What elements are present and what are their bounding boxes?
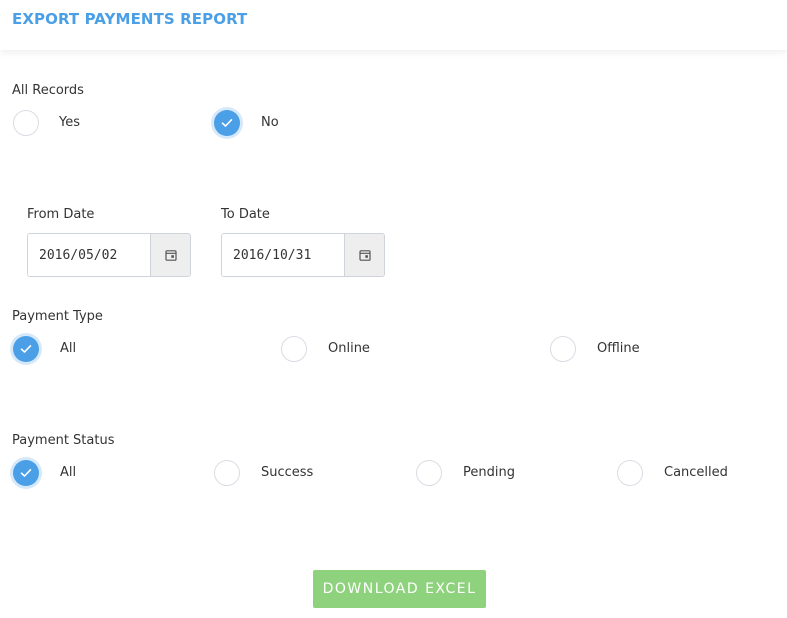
payment-type-online-label[interactable]: Online — [328, 341, 370, 356]
payment-status-pending-label[interactable]: Pending — [463, 465, 515, 480]
calendar-icon — [358, 246, 371, 265]
payment-type-all-radio[interactable] — [13, 336, 39, 362]
page-header: EXPORT PAYMENTS REPORT — [0, 0, 787, 50]
page-title: EXPORT PAYMENTS REPORT — [12, 10, 248, 28]
payment-status-pending-radio[interactable] — [416, 460, 442, 486]
payment-type-label: Payment Type — [12, 309, 103, 324]
all-records-yes-radio[interactable] — [13, 110, 39, 136]
from-date-picker-button[interactable] — [150, 234, 190, 276]
payment-status-cancelled-radio[interactable] — [617, 460, 643, 486]
all-records-label: All Records — [12, 83, 84, 98]
payment-type-offline-label[interactable]: Offline — [597, 341, 640, 356]
to-date-label: To Date — [221, 207, 270, 222]
checkmark-icon — [13, 336, 39, 362]
all-records-yes-label[interactable]: Yes — [59, 115, 80, 130]
payment-status-cancelled-label[interactable]: Cancelled — [664, 465, 728, 480]
from-date-group — [27, 233, 191, 277]
payment-status-all-radio[interactable] — [13, 460, 39, 486]
download-excel-button[interactable]: DOWNLOAD EXCEL — [313, 570, 486, 608]
payment-status-all-label[interactable]: All — [60, 465, 76, 480]
calendar-icon — [164, 246, 177, 265]
checkmark-icon — [214, 110, 240, 136]
from-date-label: From Date — [27, 207, 95, 222]
from-date-input[interactable] — [28, 234, 152, 276]
all-records-no-label[interactable]: No — [261, 115, 279, 130]
to-date-picker-button[interactable] — [344, 234, 384, 276]
to-date-input[interactable] — [222, 234, 346, 276]
payment-status-label: Payment Status — [12, 433, 115, 448]
payment-type-all-label[interactable]: All — [60, 341, 76, 356]
to-date-group — [221, 233, 385, 277]
payment-type-offline-radio[interactable] — [550, 336, 576, 362]
payment-status-success-radio[interactable] — [214, 460, 240, 486]
payment-status-success-label[interactable]: Success — [261, 465, 313, 480]
payment-type-online-radio[interactable] — [281, 336, 307, 362]
checkmark-icon — [13, 460, 39, 486]
all-records-no-radio[interactable] — [214, 110, 240, 136]
